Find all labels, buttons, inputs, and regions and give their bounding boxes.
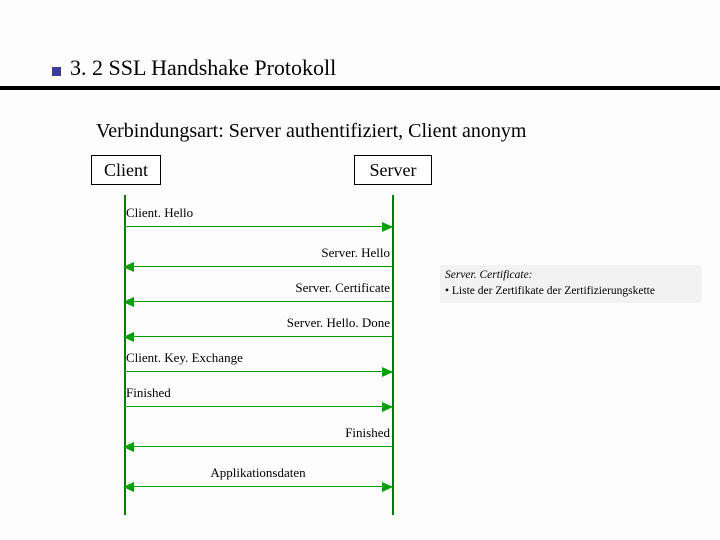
msg-finished-client-label: Finished — [126, 385, 171, 401]
arrow-line — [124, 226, 392, 227]
msg-server-hello-label: Server. Hello — [321, 245, 390, 261]
participant-server: Server — [354, 155, 432, 185]
msg-server-hello: Server. Hello — [124, 245, 392, 273]
participant-client-label: Client — [104, 160, 148, 181]
note-heading: Server. Certificate: — [445, 268, 697, 284]
arrowhead-right-icon — [382, 482, 393, 492]
lifeline-server — [392, 195, 394, 515]
participant-client: Client — [91, 155, 161, 185]
msg-server-certificate-label: Server. Certificate — [295, 280, 390, 296]
slide-subtitle: Verbindungsart: Server authentifiziert, … — [96, 120, 526, 143]
msg-finished-server: Finished — [124, 425, 392, 453]
arrow-line — [124, 266, 392, 267]
arrow-line — [124, 371, 392, 372]
msg-finished-server-label: Finished — [345, 425, 390, 441]
arrow-line — [124, 486, 392, 487]
arrow-line — [124, 301, 392, 302]
msg-app-data-label: Applikationsdaten — [124, 465, 392, 481]
slide-title: 3. 2 SSL Handshake Protokoll — [70, 55, 336, 81]
arrowhead-left-icon — [123, 482, 134, 492]
msg-app-data: Applikationsdaten — [124, 465, 392, 493]
msg-client-hello: Client. Hello — [124, 205, 392, 233]
msg-client-key-exchange-label: Client. Key. Exchange — [126, 350, 243, 366]
slide: 3. 2 SSL Handshake Protokoll Verbindungs… — [0, 0, 720, 540]
sequence-diagram: Client Server Client. Hello Server. Hell… — [96, 155, 426, 515]
arrowhead-right-icon — [382, 222, 393, 232]
arrow-line — [124, 406, 392, 407]
msg-client-key-exchange: Client. Key. Exchange — [124, 350, 392, 378]
note-line: • Liste der Zertifikate der Zertifizieru… — [445, 284, 697, 300]
msg-finished-client: Finished — [124, 385, 392, 413]
participant-server-label: Server — [370, 160, 417, 181]
arrowhead-right-icon — [382, 402, 393, 412]
msg-server-hello-done: Server. Hello. Done — [124, 315, 392, 343]
arrow-line — [124, 336, 392, 337]
title-rule — [0, 86, 720, 90]
msg-server-hello-done-label: Server. Hello. Done — [287, 315, 390, 331]
arrowhead-left-icon — [123, 332, 134, 342]
arrowhead-left-icon — [123, 297, 134, 307]
note-server-certificate: Server. Certificate: • Liste der Zertifi… — [440, 265, 702, 303]
msg-client-hello-label: Client. Hello — [126, 205, 193, 221]
msg-server-certificate: Server. Certificate — [124, 280, 392, 308]
arrowhead-left-icon — [123, 442, 134, 452]
arrowhead-right-icon — [382, 367, 393, 377]
arrow-line — [124, 446, 392, 447]
arrowhead-left-icon — [123, 262, 134, 272]
title-bullet-icon — [52, 67, 61, 76]
